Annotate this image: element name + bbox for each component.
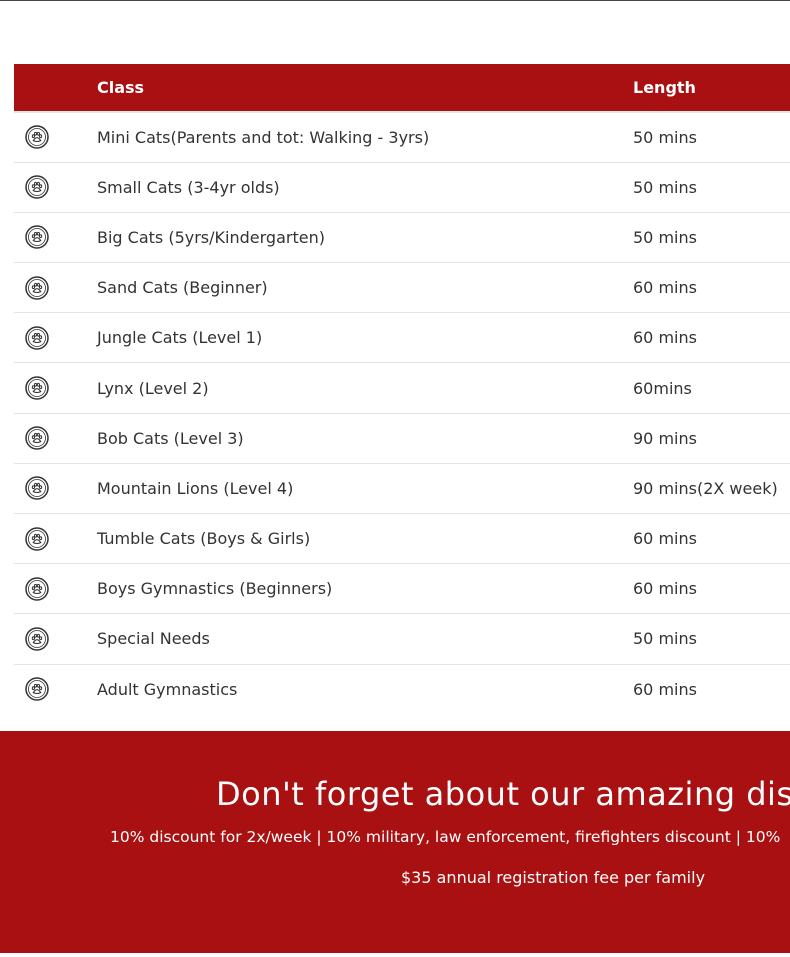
class-length-cell: 50 mins — [633, 177, 697, 197]
table-row: Small Cats (3-4yr olds) 50 mins — [14, 162, 790, 213]
class-length-cell: 50 mins — [633, 227, 697, 247]
table-row: Lynx (Level 2) 60mins — [14, 363, 790, 414]
paw-icon — [25, 526, 49, 551]
row-icon-cell — [14, 514, 97, 564]
table-row: Bob Cats (Level 3) 90 mins — [14, 413, 790, 464]
discount-title: Don't forget about our amazing disc — [216, 775, 790, 813]
row-icon-cell — [14, 564, 97, 614]
class-length-cell: 90 mins(2X week) — [633, 478, 778, 498]
class-name-cell: Sand Cats (Beginner) — [97, 278, 268, 298]
header-length: Length — [633, 78, 696, 97]
class-length-cell: 50 mins — [633, 629, 697, 649]
row-icon-cell — [14, 664, 97, 714]
paw-icon — [25, 225, 49, 250]
class-length-cell: 60mins — [633, 378, 692, 398]
class-length-cell: 60 mins — [633, 579, 697, 599]
paw-icon — [25, 577, 49, 601]
row-icon-cell — [14, 162, 97, 212]
top-border-line — [0, 0, 790, 1]
row-icon-cell — [14, 363, 97, 413]
paw-icon — [25, 275, 49, 300]
class-name-cell: Big Cats (5yrs/Kindergarten) — [97, 227, 325, 247]
class-name-cell: Tumble Cats (Boys & Girls) — [97, 529, 311, 549]
class-length-cell: 60 mins — [633, 679, 697, 699]
row-icon-cell — [14, 263, 97, 313]
paw-icon — [25, 376, 49, 400]
row-icon-cell — [14, 112, 97, 162]
header-class: Class — [97, 78, 145, 97]
bottom-strip — [0, 953, 790, 957]
class-name-cell: Jungle Cats (Level 1) — [97, 328, 263, 348]
table-row: Adult Gymnastics 60 mins — [14, 664, 790, 714]
class-length-cell: 90 mins — [633, 428, 697, 448]
row-icon-cell — [14, 463, 97, 513]
table-row: Sand Cats (Beginner) 60 mins — [14, 263, 790, 313]
class-length-cell: 50 mins — [633, 127, 697, 147]
paw-icon — [25, 426, 49, 450]
paw-icon — [25, 627, 49, 651]
discount-list: 10% discount for 2x/week | 10% military,… — [110, 828, 781, 846]
class-name-cell: Small Cats (3-4yr olds) — [97, 177, 280, 197]
table-row: Mini Cats(Parents and tot: Walking - 3yr… — [14, 112, 790, 163]
table-body: Mini Cats(Parents and tot: Walking - 3yr… — [14, 112, 790, 714]
class-name-cell: Boys Gymnastics (Beginners) — [97, 579, 333, 599]
row-icon-cell — [14, 313, 97, 363]
class-length-cell: 60 mins — [633, 529, 697, 549]
class-name-cell: Adult Gymnastics — [97, 679, 238, 699]
class-name-cell: Mountain Lions (Level 4) — [97, 478, 294, 498]
table-row: Mountain Lions (Level 4) 90 mins(2X week) — [14, 463, 790, 514]
row-icon-cell — [14, 614, 97, 664]
table-row: Tumble Cats (Boys & Girls) 60 mins — [14, 514, 790, 564]
discount-banner: Don't forget about our amazing disc 10% … — [0, 731, 790, 953]
paw-icon — [25, 677, 49, 702]
paw-icon — [25, 326, 49, 350]
row-icon-cell — [14, 212, 97, 262]
paw-icon — [25, 175, 49, 200]
class-length-cell: 60 mins — [633, 278, 697, 298]
table-row: Boys Gymnastics (Beginners) 60 mins — [14, 564, 790, 614]
table-row: Jungle Cats (Level 1) 60 mins — [14, 313, 790, 363]
table-header-row: Class Length — [14, 64, 790, 112]
class-schedule: Class Length Mini Cats(Parents and tot: … — [14, 64, 790, 714]
paw-icon — [25, 476, 49, 501]
class-name-cell: Bob Cats (Level 3) — [97, 428, 244, 448]
class-name-cell: Special Needs — [97, 629, 210, 649]
table-row: Big Cats (5yrs/Kindergarten) 50 mins — [14, 212, 790, 263]
row-icon-cell — [14, 413, 97, 463]
paw-icon — [25, 125, 49, 150]
class-table: Class Length Mini Cats(Parents and tot: … — [14, 64, 790, 714]
header-icon — [14, 64, 97, 112]
class-name-cell: Lynx (Level 2) — [97, 378, 209, 398]
registration-fee: $35 annual registration fee per family — [401, 868, 706, 887]
class-length-cell: 60 mins — [633, 328, 697, 348]
class-name-cell: Mini Cats(Parents and tot: Walking - 3yr… — [97, 127, 430, 147]
table-row: Special Needs 50 mins — [14, 614, 790, 665]
